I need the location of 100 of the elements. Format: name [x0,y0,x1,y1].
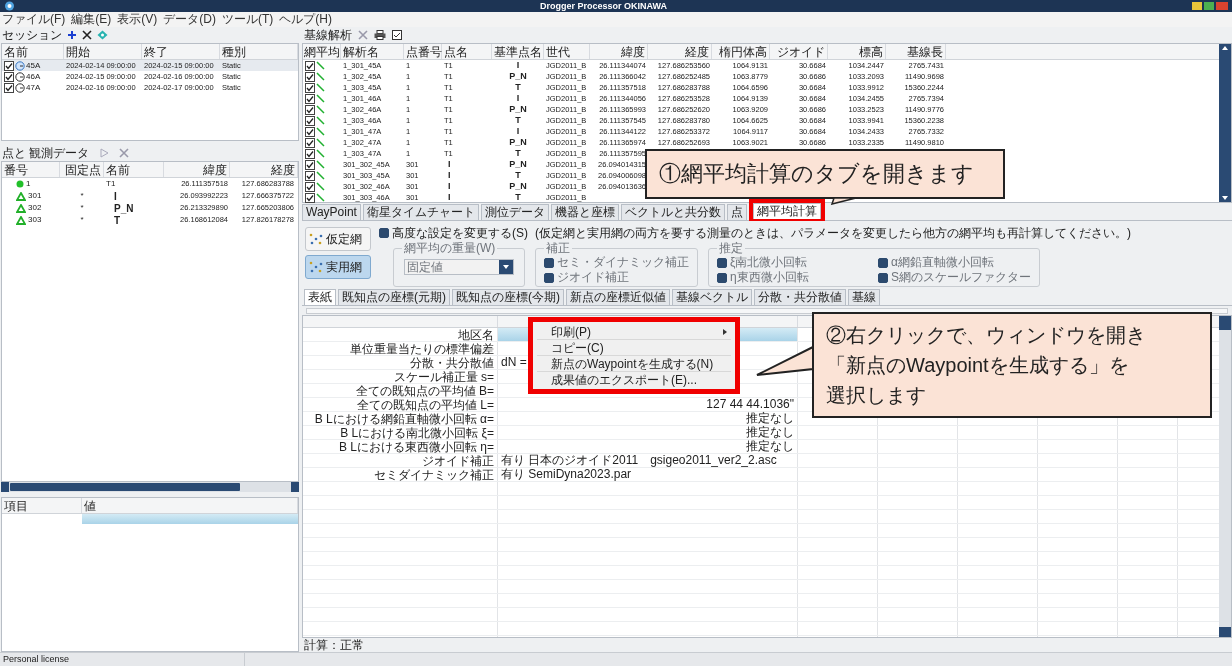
tab[interactable]: 機器と座標 [550,204,619,220]
checkbox-icon[interactable] [392,30,402,40]
report-value-cell[interactable]: 127 44 44.1036" [498,398,798,411]
group-legend: 網平均の重量(W) [402,241,498,255]
menu-item[interactable]: データ(D) [163,12,216,27]
up-arrow-icon[interactable] [1222,46,1228,50]
report-value-cell[interactable]: 推定なし [498,426,798,439]
horizontal-scrollbar[interactable] [1,482,299,492]
menu-item[interactable]: ヘルプ(H) [279,12,332,27]
line-icon [316,193,325,202]
checkbox[interactable] [305,159,315,170]
tab[interactable]: 基線 [848,289,880,305]
menu-item[interactable]: 編集(E) [71,12,112,27]
line-icon [316,94,325,103]
checkbox[interactable] [305,71,315,82]
report-value-cell[interactable]: 有り SemiDyna2023.par [498,468,798,481]
tab[interactable]: 衛星タイムチャート [362,204,479,220]
tab[interactable]: 点 [726,204,747,220]
menu-item[interactable]: 新点のWaypointを生成する(N) [537,356,732,371]
window-title: Drogger Processor OKINAWA [539,0,668,12]
table-cell-text: I [516,91,520,105]
column-header[interactable]: 点番号 [404,44,442,59]
column-header[interactable]: 固定点 [60,162,104,177]
checkbox[interactable] [379,228,389,238]
column-header[interactable]: 終了 [142,44,220,59]
tab[interactable]: 測位データ [480,204,549,220]
column-header[interactable]: 名前 [2,44,64,59]
tab[interactable]: 既知点の座標(今期) [452,289,564,305]
table-cell: 302 [28,202,42,214]
column-header[interactable]: ジオイド [770,44,828,59]
table-cell-text: P_N [113,201,134,216]
submenu-arrow-icon [723,328,728,335]
panel-title: 基線解析 [304,27,352,44]
tab[interactable]: 網平均計算 [752,203,821,219]
checkbox[interactable] [305,93,315,104]
close-icon[interactable] [82,30,92,40]
column-header[interactable]: 標高 [828,44,886,59]
column-header[interactable]: 種別 [220,44,298,59]
checkbox[interactable] [305,82,315,93]
tab[interactable]: 表紙 [304,289,336,305]
panel-title: 点と 観測データ [2,145,90,162]
table-cell-text: P_N [509,102,527,116]
menu-item[interactable]: 成果値のエクスポート(E)... [537,372,732,387]
line-icon [316,83,325,92]
column-header[interactable]: 楕円体高 [712,44,770,59]
column-header[interactable]: 項目 [2,498,82,513]
tab[interactable]: 分散・共分散値 [754,289,846,305]
column-header[interactable]: 緯度 [164,162,230,177]
checkbox[interactable] [305,192,315,203]
menu-item[interactable]: 印刷(P) [537,324,732,339]
column-header[interactable]: 世代 [544,44,590,59]
table-cell-text: T [113,214,121,228]
down-arrow-icon[interactable] [1222,196,1228,200]
checkbox[interactable] [305,60,315,71]
column-header[interactable]: 開始 [64,44,142,59]
network-button[interactable]: 仮定網 [305,227,371,251]
checkbox[interactable] [305,181,315,192]
tab[interactable]: WayPoint [302,204,361,220]
table-cell-text: I [516,58,520,72]
checkbox[interactable] [305,137,315,148]
checkbox[interactable] [4,60,14,71]
checkbox[interactable] [305,115,315,126]
column-header[interactable]: 解析名 [341,44,404,59]
column-header[interactable]: 値 [82,498,298,513]
checkbox[interactable] [305,170,315,181]
printer-icon[interactable] [374,30,386,40]
tab[interactable]: 既知点の座標(元期) [338,289,450,305]
tab[interactable]: 基線ベクトル [672,289,752,305]
table-cell-text: T [515,113,521,127]
menu-item[interactable]: ツール(T) [222,12,274,27]
plus-icon[interactable] [67,30,77,40]
column-header[interactable]: 番号 [2,162,60,177]
vertical-scrollbar[interactable] [1219,44,1231,202]
column-header[interactable]: 名前 [104,162,164,177]
column-header[interactable]: 点名 [442,44,492,59]
column-header[interactable]: 基線長 [886,44,946,59]
checkbox[interactable] [305,126,315,137]
menu-item[interactable]: 表示(V) [117,12,158,27]
checkbox[interactable] [4,71,14,82]
report-label: B Lにおける東西微小回転 η= [338,439,494,454]
column-header[interactable]: 緯度 [590,44,648,59]
column-header[interactable]: 網平均 [303,44,341,59]
checkbox[interactable] [4,82,14,93]
checkbox[interactable] [305,104,315,115]
table-cell-text: I [447,157,451,171]
network-button[interactable]: 実用網 [305,255,371,279]
menu-item[interactable]: ファイル(F) [2,12,66,27]
column-header[interactable]: 経度 [648,44,712,59]
report-value-cell[interactable]: 推定なし [498,440,798,453]
report-value-cell[interactable]: 推定なし [498,412,798,425]
tab[interactable]: 新点の座標近似値 [566,289,670,305]
checkbox[interactable] [305,148,315,159]
column-header[interactable]: 経度 [230,162,298,177]
checkbox-label[interactable]: 高度な設定を変更する(S) [392,224,528,242]
vertical-scrollbar[interactable] [1219,316,1231,637]
license-status: Personal license [0,652,245,666]
tab[interactable]: ベクトルと共分数 [620,204,725,220]
menu-item[interactable]: コピー(C) [537,340,732,355]
column-header[interactable]: 基準点名 [492,44,544,59]
report-result: 推定なし [746,412,794,425]
